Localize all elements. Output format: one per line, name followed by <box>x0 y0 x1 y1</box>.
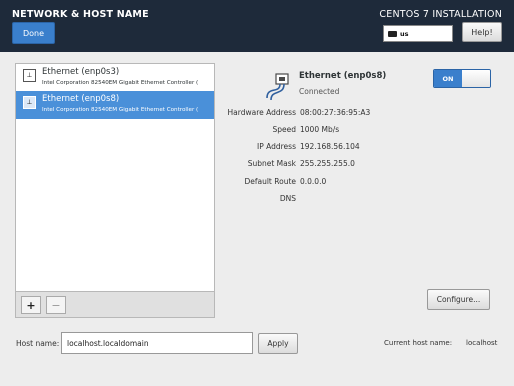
speed-value: 1000 Mb/s <box>300 125 340 134</box>
ip-address-label: IP Address <box>257 142 296 151</box>
network-wired-icon: ⟂ <box>23 96 36 109</box>
device-list: ⟂ Ethernet (enp0s3) Intel Corporation 82… <box>15 63 215 292</box>
current-host-name-value: localhost <box>466 339 498 347</box>
remove-device-button[interactable]: − <box>46 296 66 314</box>
device-detail-name: Ethernet (enp0s8) <box>299 71 387 81</box>
device-description: Intel Corporation 82540EM Gigabit Ethern… <box>42 107 199 113</box>
host-name-input[interactable] <box>61 332 253 354</box>
connection-toggle[interactable]: ON <box>433 69 491 88</box>
network-wired-icon: ⟂ <box>23 69 36 82</box>
toggle-on-label: ON <box>434 70 462 87</box>
device-description: Intel Corporation 82540EM Gigabit Ethern… <box>42 80 199 86</box>
product-name: CENTOS 7 INSTALLATION <box>379 9 502 20</box>
hardware-address-value: 08:00:27:36:95:A3 <box>300 108 371 117</box>
help-button[interactable]: Help! <box>462 22 502 42</box>
dns-label: DNS <box>279 194 296 203</box>
configure-button[interactable]: Configure... <box>427 289 490 310</box>
device-name: Ethernet (enp0s8) <box>42 94 120 104</box>
keyboard-icon <box>388 30 397 37</box>
top-bar: NETWORK & HOST NAME CENTOS 7 INSTALLATIO… <box>0 0 514 52</box>
network-wired-icon <box>263 72 291 106</box>
toggle-knob <box>462 70 490 87</box>
host-name-label: Host name: <box>16 339 60 348</box>
device-item-enp0s8[interactable]: ⟂ Ethernet (enp0s8) Intel Corporation 82… <box>16 91 214 119</box>
device-name: Ethernet (enp0s3) <box>42 67 120 77</box>
current-host-name-label: Current host name: <box>384 339 453 347</box>
connection-status: Connected <box>299 87 340 96</box>
keyboard-layout-label: us <box>400 29 409 38</box>
keyboard-layout-indicator[interactable]: us <box>383 25 453 42</box>
done-button[interactable]: Done <box>12 22 55 44</box>
hardware-address-label: Hardware Address <box>227 108 296 117</box>
page-title: NETWORK & HOST NAME <box>12 9 149 20</box>
default-route-label: Default Route <box>244 177 296 186</box>
speed-label: Speed <box>272 125 296 134</box>
device-item-enp0s3[interactable]: ⟂ Ethernet (enp0s3) Intel Corporation 82… <box>16 64 214 92</box>
add-device-button[interactable]: + <box>21 296 41 314</box>
ip-address-value: 192.168.56.104 <box>300 142 360 151</box>
subnet-mask-label: Subnet Mask <box>247 159 296 168</box>
subnet-mask-value: 255.255.255.0 <box>300 159 355 168</box>
device-list-toolbar: + − <box>15 291 215 318</box>
default-route-value: 0.0.0.0 <box>300 177 327 186</box>
apply-button[interactable]: Apply <box>258 333 298 354</box>
